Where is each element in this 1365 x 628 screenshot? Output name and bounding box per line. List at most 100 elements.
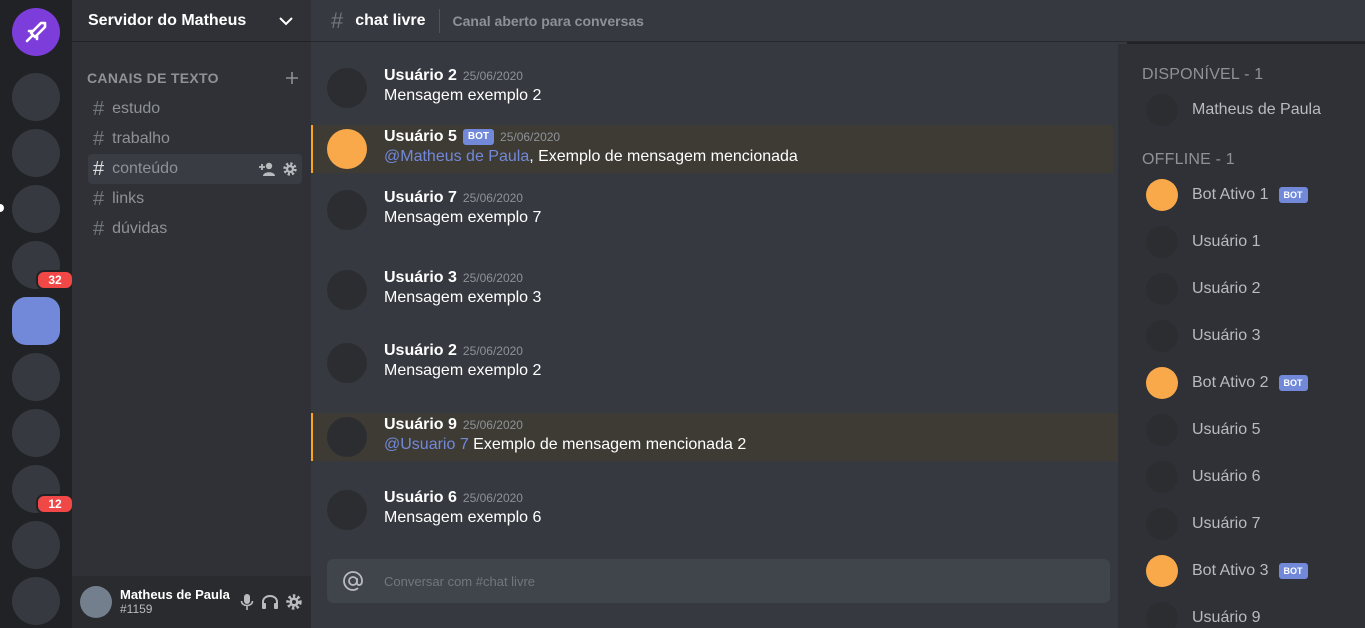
settings-gear-icon[interactable]: [282, 161, 298, 177]
message[interactable]: Usuário 6 25/06/2020 Mensagem exemplo 6: [311, 486, 1117, 536]
bot-tag: BOT: [462, 129, 495, 145]
user-mention[interactable]: @Usuario 7: [384, 436, 469, 453]
message-timestamp: 25/06/2020: [500, 130, 561, 144]
avatar: [1146, 320, 1178, 352]
member-item[interactable]: Usuário 5: [1146, 413, 1260, 447]
message[interactable]: Usuário 2 25/06/2020 Mensagem exemplo 2: [311, 339, 1117, 389]
bot-tag: BOT: [1278, 563, 1308, 579]
avatar[interactable]: [327, 490, 367, 530]
home-button[interactable]: [12, 8, 60, 56]
server-icon[interactable]: [12, 577, 60, 625]
member-item[interactable]: Bot Ativo 3 BOT: [1146, 554, 1308, 588]
server-icon[interactable]: [12, 129, 60, 177]
member-item[interactable]: Bot Ativo 1 BOT: [1146, 178, 1308, 212]
server-rail: 32 12: [0, 0, 74, 628]
member-item[interactable]: Usuário 3: [1146, 319, 1260, 353]
avatar: [1146, 555, 1178, 587]
add-channel-icon[interactable]: [285, 71, 299, 85]
at-sign-icon[interactable]: [341, 570, 365, 592]
server-icon[interactable]: [12, 353, 60, 401]
server-icon[interactable]: [12, 185, 60, 233]
member-name: Usuário 3: [1192, 327, 1261, 344]
headphones-icon[interactable]: [261, 593, 279, 611]
message-text-content: Exemplo de mensagem mencionada 2: [468, 436, 747, 453]
message[interactable]: Usuário 3 25/06/2020 Mensagem exemplo 3: [311, 266, 1117, 316]
member-name: Matheus de Paula: [1192, 101, 1321, 118]
channel-item-conteudo[interactable]: # conteúdo: [88, 154, 302, 184]
user-mention[interactable]: @Matheus de Paula: [384, 148, 529, 165]
member-section-offline: OFFLINE - 1: [1142, 151, 1235, 168]
message-mention[interactable]: Usuário 5 BOT 25/06/2020 @Matheus de Pau…: [311, 125, 1113, 173]
server-icon-active[interactable]: [12, 297, 60, 345]
message-author[interactable]: Usuário 2: [384, 67, 457, 85]
hash-icon: #: [93, 217, 105, 240]
channel-sidebar: Servidor do Matheus CANAIS DE TEXTO # es…: [72, 0, 311, 628]
message-author[interactable]: Usuário 5: [384, 128, 457, 146]
message[interactable]: Usuário 7 25/06/2020 Mensagem exemplo 7: [311, 186, 1117, 236]
server-header[interactable]: Servidor do Matheus: [72, 0, 311, 42]
user-panel: Matheus de Paula #1159: [72, 576, 311, 628]
bot-tag: BOT: [1278, 187, 1308, 203]
channel-name: trabalho: [112, 130, 170, 147]
member-item[interactable]: Matheus de Paula: [1146, 93, 1321, 127]
channel-item-links[interactable]: # links: [88, 184, 302, 214]
message-text: Mensagem exemplo 3: [384, 289, 542, 306]
chevron-down-icon: [279, 16, 293, 25]
message-text: Mensagem exemplo 2: [384, 87, 542, 104]
member-item[interactable]: Usuário 1: [1146, 225, 1260, 259]
avatar: [1146, 226, 1178, 258]
avatar[interactable]: [327, 68, 367, 108]
avatar[interactable]: [327, 190, 367, 230]
message-text: Mensagem exemplo 7: [384, 209, 542, 226]
channel-item-trabalho[interactable]: # trabalho: [88, 124, 302, 154]
avatar: [1146, 94, 1178, 126]
server-icon[interactable]: [12, 409, 60, 457]
user-tag: #1159: [120, 602, 153, 616]
channel-item-estudo[interactable]: # estudo: [88, 94, 302, 124]
avatar[interactable]: [327, 343, 367, 383]
message-author[interactable]: Usuário 9: [384, 416, 457, 434]
message-author[interactable]: Usuário 7: [384, 189, 457, 207]
message[interactable]: Usuário 2 25/06/2020 Mensagem exemplo 2: [311, 64, 1117, 114]
channel-name: links: [112, 190, 145, 207]
avatar: [1146, 273, 1178, 305]
message-author[interactable]: Usuário 2: [384, 342, 457, 360]
member-name: Usuário 9: [1192, 609, 1261, 626]
server-icon[interactable]: [12, 521, 60, 569]
invite-icon[interactable]: [258, 161, 276, 177]
avatar[interactable]: [327, 270, 367, 310]
member-name: Usuário 7: [1192, 515, 1261, 532]
message-timestamp: 25/06/2020: [462, 191, 523, 205]
microphone-icon[interactable]: [239, 593, 255, 611]
settings-gear-icon[interactable]: [285, 593, 303, 611]
avatar[interactable]: [80, 586, 112, 618]
avatar[interactable]: [327, 417, 367, 457]
avatar[interactable]: [327, 129, 367, 169]
message-mention[interactable]: Usuário 9 25/06/2020 @Usuario 7 Exemplo …: [311, 413, 1121, 461]
message-timestamp: 25/06/2020: [462, 271, 523, 285]
server-icon[interactable]: [12, 73, 60, 121]
member-item[interactable]: Usuário 2: [1146, 272, 1260, 306]
hash-icon: #: [93, 97, 105, 120]
message-composer[interactable]: Conversar com #chat livre: [327, 559, 1110, 603]
member-item[interactable]: Usuário 6: [1146, 460, 1260, 494]
message-author[interactable]: Usuário 3: [384, 269, 457, 287]
message-timestamp: 25/06/2020: [462, 418, 523, 432]
channel-topic: Canal aberto para conversas: [452, 12, 644, 29]
message-timestamp: 25/06/2020: [462, 491, 523, 505]
avatar: [1146, 367, 1178, 399]
channel-name: conteúdo: [112, 160, 178, 177]
hash-icon: #: [93, 127, 105, 150]
channel-category[interactable]: CANAIS DE TEXTO: [87, 70, 299, 86]
member-item[interactable]: Bot Ativo 2 BOT: [1146, 366, 1308, 400]
channel-name: estudo: [112, 100, 161, 117]
message-author[interactable]: Usuário 6: [384, 489, 457, 507]
avatar: [1146, 179, 1178, 211]
message-text: @Usuario 7 Exemplo de mensagem mencionad…: [384, 434, 746, 456]
member-item[interactable]: Usuário 7: [1146, 507, 1260, 541]
member-item[interactable]: Usuário 9: [1146, 601, 1260, 628]
hash-icon: #: [331, 7, 344, 33]
avatar: [1146, 602, 1178, 628]
user-info[interactable]: Matheus de Paula #1159: [120, 587, 230, 617]
channel-item-duvidas[interactable]: # dúvidas: [88, 214, 302, 244]
